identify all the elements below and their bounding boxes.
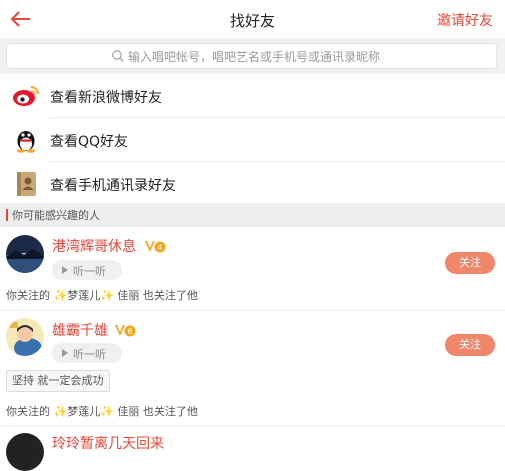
sparkle-icon: ✨ — [53, 405, 68, 418]
username[interactable]: 玲玲暂离几天回来 — [52, 433, 164, 453]
section-accent-bar — [6, 209, 8, 221]
mutual-follow-text: 你关注的 ✨梦莲儿✨ 佳丽 也关注了他 — [6, 287, 198, 303]
sparkle-icon: ✨ — [100, 405, 114, 418]
menu-label-contacts: 查看手机通讯录好友 — [50, 178, 176, 194]
avatar-image — [6, 235, 44, 273]
sparkle-icon: ✨ — [100, 289, 114, 302]
mutual-user-name: 梦莲儿 — [67, 289, 101, 302]
listen-label: 听一听 — [73, 265, 106, 278]
play-icon — [62, 266, 68, 274]
search-placeholder: 输入唱吧帐号，唱吧艺名或手机号或通讯录昵称 — [128, 50, 381, 64]
qq-penguin-icon — [17, 131, 35, 153]
vip-badge-icon: 4 — [145, 241, 166, 253]
svg-text:4: 4 — [157, 243, 162, 252]
mutual-user-name: 佳丽 — [113, 405, 143, 418]
avatar[interactable] — [6, 235, 44, 273]
mutual-suffix: 也关注了他 — [142, 405, 198, 418]
search-input[interactable]: 输入唱吧帐号，唱吧艺名或手机号或通讯录昵称 — [6, 43, 497, 69]
follow-button[interactable]: 关注 — [445, 252, 495, 274]
section-header: 你可能感兴趣的人 — [0, 203, 505, 227]
vip-badge-icon: 6 — [115, 325, 136, 337]
svg-text:6: 6 — [127, 327, 132, 336]
search-icon — [112, 50, 124, 62]
menu-label-weibo: 查看新浪微博好友 — [50, 90, 162, 106]
listen-label: 听一听 — [73, 348, 106, 361]
avatar-image — [6, 318, 44, 356]
avatar-image — [6, 433, 44, 471]
follow-button[interactable]: 关注 — [445, 334, 495, 356]
mutual-user-name: 佳丽 — [113, 289, 143, 302]
menu-label-qq: 查看QQ好友 — [50, 134, 129, 150]
weibo-icon — [13, 86, 39, 106]
mutual-prefix: 你关注的 — [6, 405, 54, 418]
listen-button[interactable]: 听一听 — [52, 343, 122, 363]
menu-item-contacts[interactable]: 查看手机通讯录好友 — [0, 162, 505, 206]
menu-item-weibo[interactable]: 查看新浪微博好友 — [0, 74, 505, 118]
mutual-suffix: 也关注了他 — [142, 289, 198, 302]
listen-button[interactable]: 听一听 — [52, 260, 122, 280]
top-bar: 找好友 邀请好友 — [0, 0, 505, 38]
follow-label: 关注 — [459, 338, 481, 351]
signature-tag: 坚持 就一定会成功 — [6, 370, 110, 392]
section-title: 你可能感兴趣的人 — [12, 209, 100, 222]
sparkle-icon: ✨ — [53, 289, 68, 302]
avatar[interactable] — [6, 318, 44, 356]
mutual-prefix: 你关注的 — [6, 289, 54, 302]
row-divider — [0, 426, 505, 427]
mutual-follow-text: 你关注的 ✨梦莲儿✨ 佳丽 也关注了他 — [6, 403, 198, 419]
username[interactable]: 港湾辉哥休息 — [52, 236, 136, 256]
mutual-user-name: 梦莲儿 — [67, 405, 101, 418]
play-icon — [62, 349, 68, 357]
invite-friends-button[interactable]: 邀请好友 — [437, 10, 493, 30]
search-bar: 输入唱吧帐号，唱吧艺名或手机号或通讯录昵称 — [0, 38, 505, 74]
row-divider — [0, 310, 505, 311]
signature-text: 坚持 就一定会成功 — [12, 374, 104, 387]
menu-item-qq[interactable]: 查看QQ好友 — [0, 118, 505, 162]
follow-label: 关注 — [459, 256, 481, 269]
avatar[interactable] — [6, 433, 44, 471]
contacts-book-icon — [17, 172, 36, 196]
page-title: 找好友 — [229, 12, 275, 30]
username[interactable]: 雄霸千雄 — [52, 320, 108, 340]
